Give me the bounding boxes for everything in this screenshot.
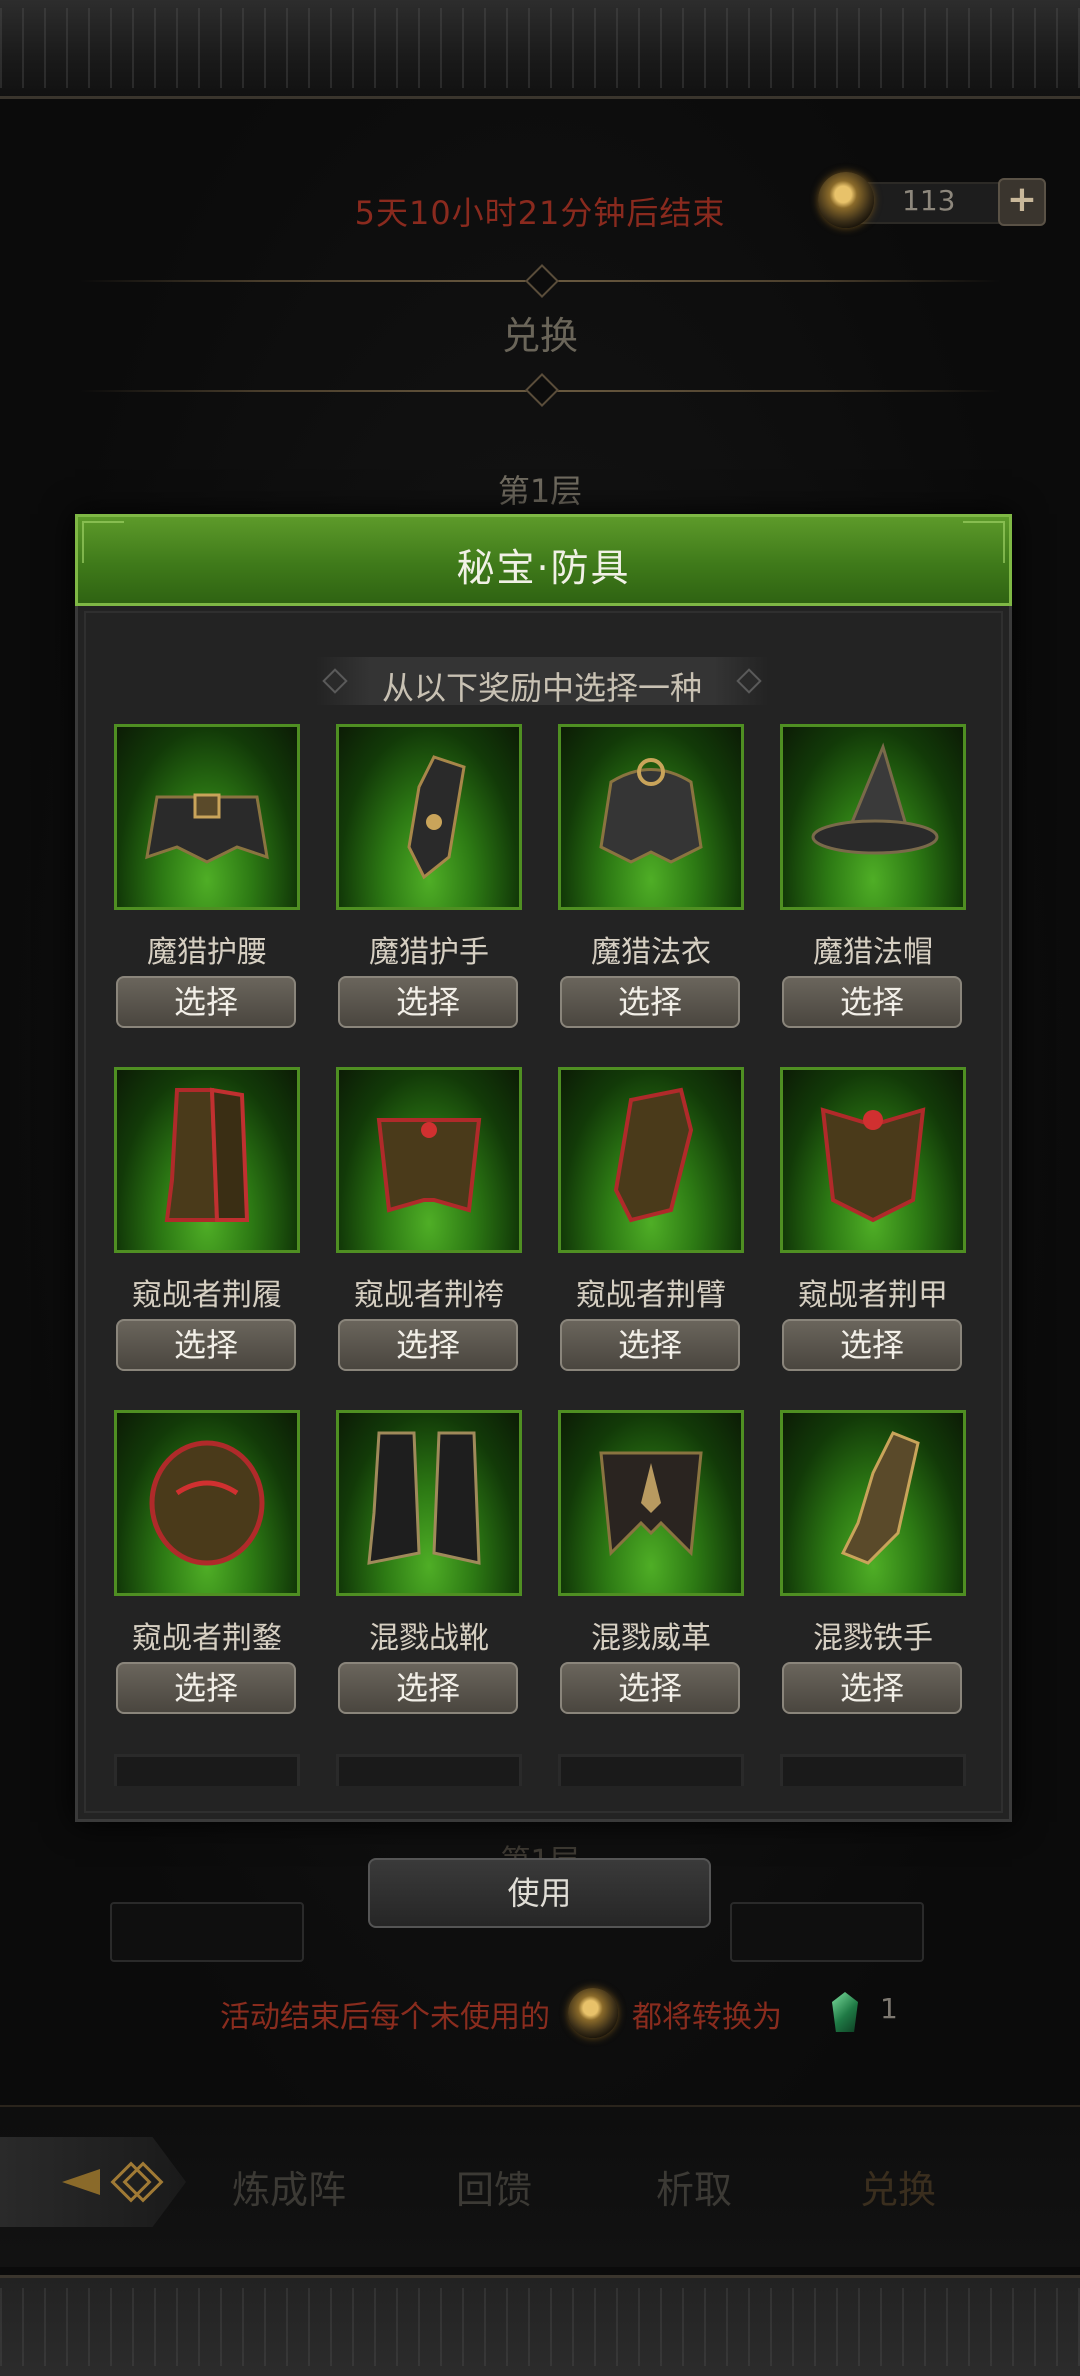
select-button[interactable]: 选择 — [116, 976, 296, 1028]
reward-item[interactable]: 魔猎护腰 选择 — [114, 724, 300, 1028]
reward-item[interactable]: 窥觇者荆袴 选择 — [336, 1067, 522, 1371]
dialog-header: 秘宝·防具 — [75, 514, 1012, 606]
back-arrow-icon — [62, 2161, 164, 2203]
reward-item-name: 窥觇者荆袴 — [354, 1278, 504, 1313]
currency-amount: 113 — [902, 184, 956, 217]
iron-glove-icon[interactable] — [780, 1410, 966, 1596]
reward-item-name: 窥觇者荆臂 — [576, 1278, 726, 1313]
item-frame — [114, 1754, 300, 1786]
page-title: 兑换 — [501, 314, 578, 358]
reward-item-name: 窥觇者荆履 — [132, 1278, 282, 1313]
top-decor-band — [0, 0, 1080, 99]
reward-item[interactable]: 魔猎法衣 选择 — [558, 724, 744, 1028]
tab-feedback[interactable]: 回馈 — [456, 2159, 532, 2214]
select-button[interactable]: 选择 — [116, 1662, 296, 1714]
conversion-count: 1 — [880, 1992, 898, 2025]
select-button[interactable]: 选择 — [338, 1662, 518, 1714]
select-button[interactable]: 选择 — [560, 1319, 740, 1371]
reward-item[interactable]: 窥觇者荆履 选择 — [114, 1067, 300, 1371]
tier-label: 第1层 — [497, 472, 583, 510]
back-button[interactable] — [0, 2137, 186, 2227]
select-button[interactable]: 选择 — [560, 1662, 740, 1714]
thorn-armor-icon[interactable] — [780, 1067, 966, 1253]
gauntlet-icon[interactable] — [336, 724, 522, 910]
reward-grid[interactable]: 魔猎护腰 选择 魔猎护手 选择 魔猎法衣 选择 魔猎法帽 选择 窥觇者荆履 选择 窥觇者荆袴 选择 窥觇… — [114, 724, 974, 1786]
reward-item-name: 魔猎法帽 — [813, 935, 933, 970]
dialog-subtitle: 从以下奖励中选择一种 — [381, 669, 702, 707]
item-frame — [336, 1754, 522, 1786]
reward-select-dialog: 秘宝·防具 从以下奖励中选择一种 魔猎护腰 选择 魔猎护手 选择 魔猎法衣 选择 魔猎法帽选… — [75, 514, 1012, 1822]
token-icon — [818, 172, 874, 228]
select-button[interactable]: 选择 — [338, 976, 518, 1028]
reward-item-name: 魔猎护腰 — [147, 935, 267, 970]
bottom-nav: 炼成阵 回馈 析取 兑换 — [0, 2105, 1080, 2267]
note-suffix: 都将转换为 — [632, 2000, 782, 2035]
reward-item-name: 混戮铁手 — [813, 1621, 933, 1656]
robe-icon[interactable] — [558, 724, 744, 910]
thorn-helm-icon[interactable] — [114, 1410, 300, 1596]
subtitle-banner: 从以下奖励中选择一种 — [316, 657, 768, 707]
leather-skirt-icon[interactable] — [558, 1410, 744, 1596]
tab-exchange[interactable]: 兑换 — [860, 2159, 936, 2214]
currency-display: 113 + — [818, 172, 1046, 228]
select-button[interactable]: 选择 — [116, 1319, 296, 1371]
war-boots-icon[interactable] — [336, 1410, 522, 1596]
emerald-gem-icon — [832, 1992, 858, 2032]
reward-item-partial[interactable] — [558, 1754, 744, 1786]
thorn-leggings-icon[interactable] — [336, 1067, 522, 1253]
reward-item[interactable]: 魔猎护手 选择 — [336, 724, 522, 1028]
reward-slot — [110, 1902, 304, 1962]
tab-extract[interactable]: 析取 — [656, 2159, 732, 2214]
reward-item-name: 窥觇者荆鍪 — [132, 1621, 282, 1656]
select-button[interactable]: 选择 — [338, 1319, 518, 1371]
reward-item[interactable]: 混戮威革 选择 — [558, 1410, 744, 1714]
item-frame — [558, 1754, 744, 1786]
use-button[interactable]: 使用 — [368, 1858, 711, 1928]
wizard-hat-icon[interactable] — [780, 724, 966, 910]
token-icon — [568, 1988, 618, 2038]
reward-slot — [730, 1902, 924, 1962]
note-prefix: 活动结束后每个未使用的 — [220, 2000, 550, 2035]
bottom-decor-band — [0, 2275, 1080, 2376]
select-button[interactable]: 选择 — [560, 976, 740, 1028]
add-currency-button[interactable]: + — [998, 178, 1046, 226]
belt-icon[interactable] — [114, 724, 300, 910]
reward-item[interactable]: 窥觇者荆甲 选择 — [780, 1067, 966, 1371]
select-button[interactable]: 选择 — [782, 1662, 962, 1714]
reward-item[interactable]: 窥觇者荆鍪 选择 — [114, 1410, 300, 1714]
reward-item[interactable]: 混戮铁手 选择 — [780, 1410, 966, 1714]
reward-item-name: 混戮威革 — [591, 1621, 711, 1656]
thorn-bracer-icon[interactable] — [558, 1067, 744, 1253]
reward-item[interactable]: 窥觇者荆臂 选择 — [558, 1067, 744, 1371]
thorn-boots-icon[interactable] — [114, 1067, 300, 1253]
select-button[interactable]: 选择 — [782, 1319, 962, 1371]
reward-item[interactable]: 混戮战靴 选择 — [336, 1410, 522, 1714]
select-button[interactable]: 选择 — [782, 976, 962, 1028]
reward-item-name: 窥觇者荆甲 — [798, 1278, 948, 1313]
reward-item[interactable]: 魔猎法帽 选择 — [780, 724, 966, 1028]
reward-item-name: 魔猎护手 — [369, 935, 489, 970]
reward-item-partial[interactable] — [780, 1754, 966, 1786]
reward-item-partial[interactable] — [336, 1754, 522, 1786]
tab-array[interactable]: 炼成阵 — [232, 2159, 346, 2214]
item-frame — [780, 1754, 966, 1786]
reward-item-name: 魔猎法衣 — [591, 935, 711, 970]
dialog-title: 秘宝·防具 — [456, 546, 631, 590]
reward-item-name: 混戮战靴 — [369, 1621, 489, 1656]
conversion-note: 活动结束后每个未使用的 都将转换为 1 — [0, 1988, 1080, 2038]
reward-item-partial[interactable] — [114, 1754, 300, 1786]
